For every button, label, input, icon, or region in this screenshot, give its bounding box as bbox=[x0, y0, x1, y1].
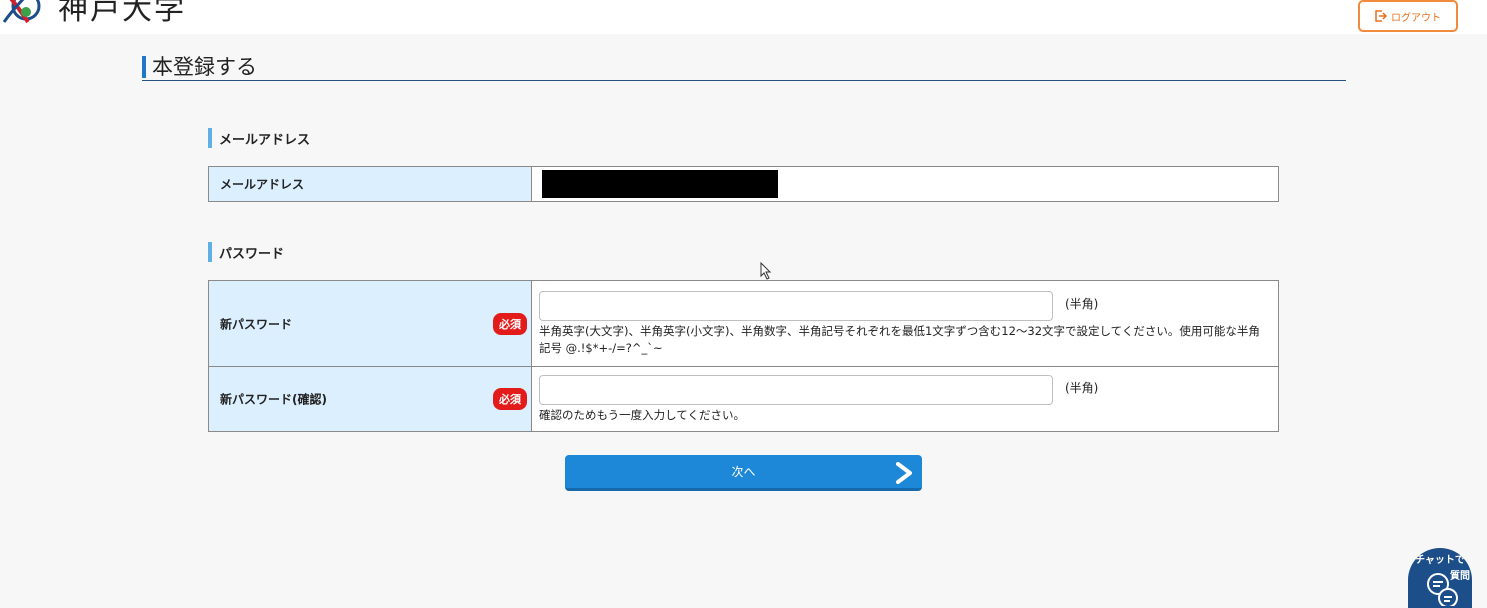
email-row: メールアドレス bbox=[208, 166, 1279, 202]
next-button[interactable]: 次へ bbox=[565, 455, 922, 491]
confirm-password-input[interactable] bbox=[539, 375, 1053, 405]
top-bar: 神戸大学 ログアウト bbox=[0, 0, 1487, 34]
chat-support-button[interactable]: チャットで 質問 bbox=[1408, 548, 1472, 608]
password-section-title: パスワード bbox=[219, 246, 285, 262]
logo-mark-icon bbox=[0, 0, 44, 26]
redacted-email-value bbox=[542, 170, 778, 198]
confirm-password-label: 新パスワード(確認) bbox=[220, 392, 327, 407]
section-accent bbox=[208, 242, 212, 262]
half-width-note: (半角) bbox=[1065, 297, 1099, 311]
logo-text: 神戸大学 bbox=[58, 0, 186, 27]
half-width-note: (半角) bbox=[1065, 381, 1099, 395]
new-password-input[interactable] bbox=[539, 291, 1053, 321]
chat-label: チャットで bbox=[1415, 555, 1465, 566]
new-password-label-cell: 新パスワード 必須 bbox=[208, 280, 532, 367]
page-title: 本登録する bbox=[152, 55, 257, 79]
chat-bubble-icon bbox=[1424, 570, 1460, 608]
password-section-heading: パスワード bbox=[208, 242, 284, 262]
required-badge: 必須 bbox=[493, 312, 527, 335]
new-password-row: 新パスワード 必須 (半角) 半角英字(大文字)、半角英字(小文字)、半角数字、… bbox=[208, 280, 1279, 367]
logout-icon bbox=[1375, 10, 1388, 22]
email-label: メールアドレス bbox=[220, 177, 305, 192]
section-accent bbox=[208, 128, 212, 148]
password-help-text: 半角英字(大文字)、半角英字(小文字)、半角数字、半角記号それぞれを最低1文字ず… bbox=[539, 324, 1260, 355]
logout-button[interactable]: ログアウト bbox=[1358, 0, 1458, 32]
page-title-block: 本登録する bbox=[142, 54, 1346, 81]
required-badge: 必須 bbox=[493, 388, 527, 410]
password-table: 新パスワード 必須 (半角) 半角英字(大文字)、半角英字(小文字)、半角数字、… bbox=[208, 280, 1279, 432]
logout-label: ログアウト bbox=[1391, 12, 1441, 24]
email-section-title: メールアドレス bbox=[219, 132, 311, 148]
email-table: メールアドレス bbox=[208, 166, 1279, 202]
email-section-heading: メールアドレス bbox=[208, 128, 310, 148]
confirm-password-field-cell: (半角) 確認のためもう一度入力してください。 bbox=[531, 366, 1279, 432]
confirm-help-text: 確認のためもう一度入力してください。 bbox=[539, 408, 745, 422]
chevron-right-icon bbox=[894, 462, 914, 487]
next-label: 次へ bbox=[731, 465, 756, 479]
confirm-password-label-cell: 新パスワード(確認) 必須 bbox=[208, 366, 532, 432]
confirm-password-row: 新パスワード(確認) 必須 (半角) 確認のためもう一度入力してください。 bbox=[208, 366, 1279, 432]
email-value-cell bbox=[531, 166, 1279, 202]
page-title-accent bbox=[142, 56, 146, 78]
new-password-label: 新パスワード bbox=[220, 317, 293, 331]
new-password-field-cell: (半角) 半角英字(大文字)、半角英字(小文字)、半角数字、半角記号それぞれを最… bbox=[531, 280, 1279, 367]
university-logo[interactable]: 神戸大学 bbox=[0, 0, 186, 27]
email-label-cell: メールアドレス bbox=[208, 166, 532, 202]
mouse-cursor-icon bbox=[760, 261, 772, 284]
